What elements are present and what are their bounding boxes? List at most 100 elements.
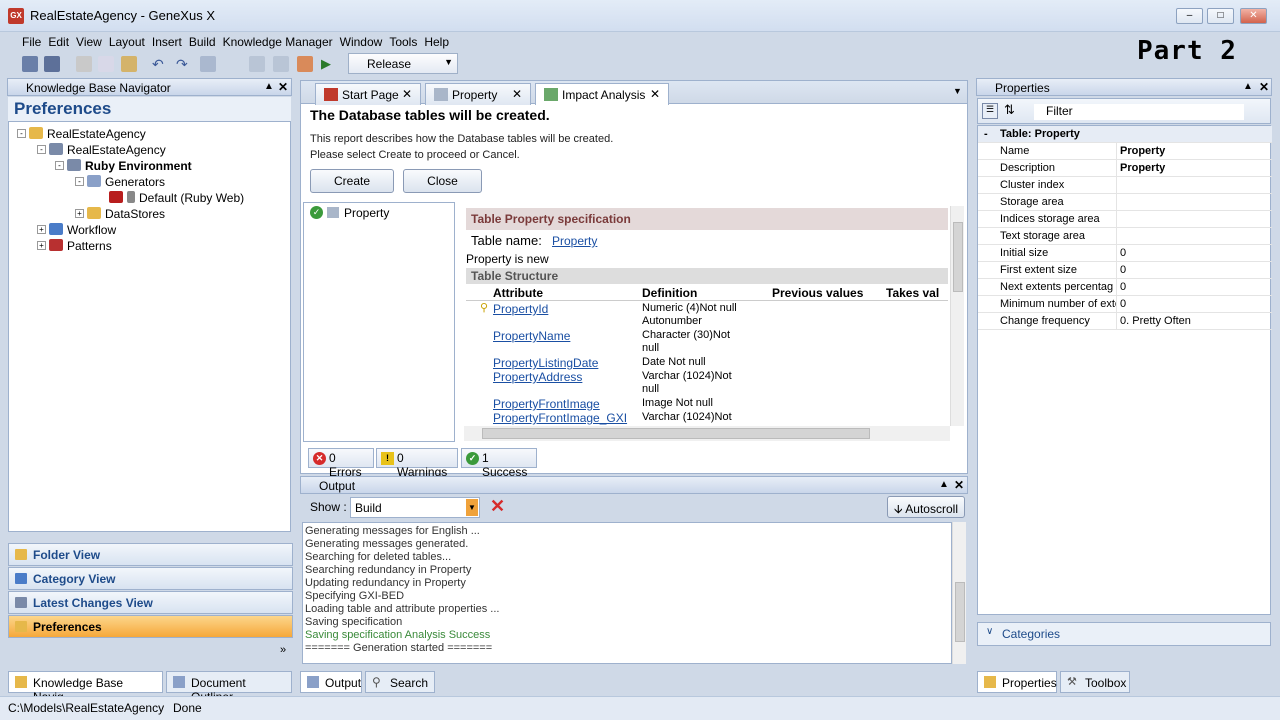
tree-item-kb[interactable]: RealEstateAgency bbox=[29, 127, 146, 141]
attr-link[interactable]: PropertyId bbox=[493, 302, 548, 316]
table-name-link[interactable]: Property bbox=[552, 234, 597, 248]
property-row[interactable]: Storage area bbox=[978, 194, 1272, 211]
tab-list-icon[interactable]: ▼ bbox=[953, 86, 962, 96]
scroll-thumb[interactable] bbox=[953, 222, 963, 292]
undo-icon[interactable]: ↶ bbox=[152, 56, 168, 72]
build-icon[interactable] bbox=[249, 56, 265, 72]
latest-changes-view-button[interactable]: Latest Changes View bbox=[8, 591, 293, 614]
property-row[interactable]: Description Property bbox=[978, 160, 1272, 177]
tab-toolbox[interactable]: ⚒ Toolbox bbox=[1060, 671, 1130, 693]
output-scrollbar[interactable] bbox=[952, 522, 966, 664]
tab-impact-analysis[interactable]: Impact Analysis ✕ bbox=[535, 83, 669, 105]
success-button[interactable]: ✓ 1 Success bbox=[461, 448, 537, 479]
maximize-button[interactable]: □ bbox=[1207, 8, 1234, 24]
errors-button[interactable]: ✕ 0 Errors bbox=[308, 448, 374, 479]
property-row[interactable]: Indices storage area bbox=[978, 211, 1272, 228]
attr-link[interactable]: PropertyName bbox=[493, 329, 570, 343]
attr-link[interactable]: PropertyListingDate bbox=[493, 356, 598, 370]
property-row[interactable]: First extent size 0 bbox=[978, 262, 1272, 279]
property-row[interactable]: Minimum number of exte 0 bbox=[978, 296, 1272, 313]
close-tab-icon[interactable]: ✕ bbox=[650, 87, 660, 101]
tree-item-version[interactable]: RealEstateAgency bbox=[49, 143, 166, 157]
collapse-icon[interactable]: - bbox=[17, 129, 26, 138]
tree-item-default-ruby-web[interactable]: Default (Ruby Web) bbox=[109, 191, 244, 205]
tab-search[interactable]: ⚲ Search bbox=[365, 671, 435, 693]
close-tab-icon[interactable]: ✕ bbox=[402, 87, 412, 101]
redo-icon[interactable]: ↷ bbox=[176, 56, 192, 72]
property-row[interactable]: Change frequency 0. Pretty Often bbox=[978, 313, 1272, 330]
tab-kb-navigator[interactable]: Knowledge Base Navig... bbox=[8, 671, 163, 704]
create-button[interactable]: Create bbox=[310, 169, 394, 193]
tab-document-outliner[interactable]: Document Outliner bbox=[166, 671, 292, 704]
clear-output-icon[interactable]: ✕ bbox=[490, 496, 505, 517]
tab-properties[interactable]: Properties bbox=[977, 671, 1057, 693]
pin-icon[interactable]: ▲ bbox=[264, 81, 274, 92]
tree-item-generators[interactable]: Generators bbox=[87, 175, 165, 189]
tree-item-workflow[interactable]: Workflow bbox=[49, 223, 116, 237]
cut-icon[interactable] bbox=[76, 56, 92, 72]
menu-window[interactable]: Window bbox=[340, 34, 390, 50]
close-button[interactable]: Close bbox=[403, 169, 482, 193]
preferences-view-button[interactable]: Preferences bbox=[8, 615, 293, 638]
pin-icon[interactable]: ▲ bbox=[1243, 81, 1253, 92]
close-icon[interactable]: ✕ bbox=[1259, 80, 1269, 94]
tab-start-page[interactable]: Start Page ✕ bbox=[315, 83, 421, 105]
more-views-icon[interactable]: » bbox=[280, 644, 286, 656]
close-icon[interactable]: ✕ bbox=[954, 478, 964, 492]
attr-link[interactable]: PropertyFrontImage bbox=[493, 397, 600, 411]
property-row[interactable]: Initial size 0 bbox=[978, 245, 1272, 262]
folder-view-button[interactable]: Folder View bbox=[8, 543, 293, 566]
run-icon[interactable]: ▶ bbox=[321, 56, 337, 72]
filter-input[interactable]: Filter bbox=[1034, 104, 1244, 120]
menu-help[interactable]: Help bbox=[424, 34, 456, 50]
rebuild-icon[interactable] bbox=[273, 56, 289, 72]
paste-icon[interactable] bbox=[121, 56, 137, 72]
close-tab-icon[interactable]: ✕ bbox=[512, 87, 522, 101]
tab-property[interactable]: Property ✕ bbox=[425, 83, 531, 105]
property-row[interactable]: Cluster index bbox=[978, 177, 1272, 194]
copy-icon[interactable] bbox=[98, 56, 114, 72]
expand-icon[interactable]: + bbox=[37, 241, 46, 250]
close-icon[interactable]: ✕ bbox=[278, 80, 288, 94]
tree-item-ruby-environment[interactable]: Ruby Environment bbox=[67, 159, 192, 173]
menu-build[interactable]: Build bbox=[189, 34, 223, 50]
save-icon[interactable] bbox=[22, 56, 38, 72]
menu-edit[interactable]: Edit bbox=[48, 34, 76, 50]
property-row[interactable]: Name Property bbox=[978, 143, 1272, 160]
close-window-button[interactable]: ✕ bbox=[1240, 8, 1267, 24]
warnings-button[interactable]: ! 0 Warnings bbox=[376, 448, 458, 479]
category-view-button[interactable]: Category View bbox=[8, 567, 293, 590]
tree-item-patterns[interactable]: Patterns bbox=[49, 239, 112, 253]
collapse-icon[interactable]: - bbox=[55, 161, 64, 170]
cancel-build-icon[interactable] bbox=[297, 56, 313, 72]
menu-view[interactable]: View bbox=[76, 34, 109, 50]
collapse-icon[interactable]: - bbox=[75, 177, 84, 186]
table-list-item[interactable]: Property bbox=[344, 206, 389, 220]
attr-link[interactable]: PropertyAddress bbox=[493, 370, 582, 384]
property-row[interactable]: Text storage area bbox=[978, 228, 1272, 245]
collapse-icon[interactable]: - bbox=[984, 128, 988, 140]
sort-alpha-icon[interactable]: ⇅ bbox=[1004, 102, 1015, 118]
menu-insert[interactable]: Insert bbox=[152, 34, 189, 50]
property-group[interactable]: - Table: Property bbox=[978, 126, 1272, 143]
scroll-thumb[interactable] bbox=[955, 582, 965, 642]
tree-item-datastores[interactable]: DataStores bbox=[87, 207, 165, 221]
categorized-icon[interactable]: ☰ bbox=[982, 103, 998, 119]
attr-link[interactable]: PropertyFrontImage_GXI bbox=[493, 411, 627, 425]
collapse-icon[interactable]: - bbox=[37, 145, 46, 154]
expand-icon[interactable]: + bbox=[75, 209, 84, 218]
minimize-button[interactable]: – bbox=[1176, 8, 1203, 24]
expand-icon[interactable]: + bbox=[37, 225, 46, 234]
menu-knowledge-manager[interactable]: Knowledge Manager bbox=[223, 34, 340, 50]
menu-file[interactable]: File bbox=[22, 34, 48, 50]
property-row[interactable]: Next extents percentag 0 bbox=[978, 279, 1272, 296]
pin-icon[interactable]: ▲ bbox=[939, 479, 949, 490]
history-icon[interactable] bbox=[200, 56, 216, 72]
menu-layout[interactable]: Layout bbox=[109, 34, 152, 50]
save-all-icon[interactable] bbox=[44, 56, 60, 72]
spec-horizontal-scrollbar[interactable] bbox=[464, 426, 950, 441]
spec-vertical-scrollbar[interactable] bbox=[950, 206, 964, 426]
scroll-thumb[interactable] bbox=[482, 428, 870, 439]
tab-output[interactable]: Output bbox=[300, 671, 362, 693]
configuration-select[interactable]: Release ▼ bbox=[348, 53, 458, 74]
